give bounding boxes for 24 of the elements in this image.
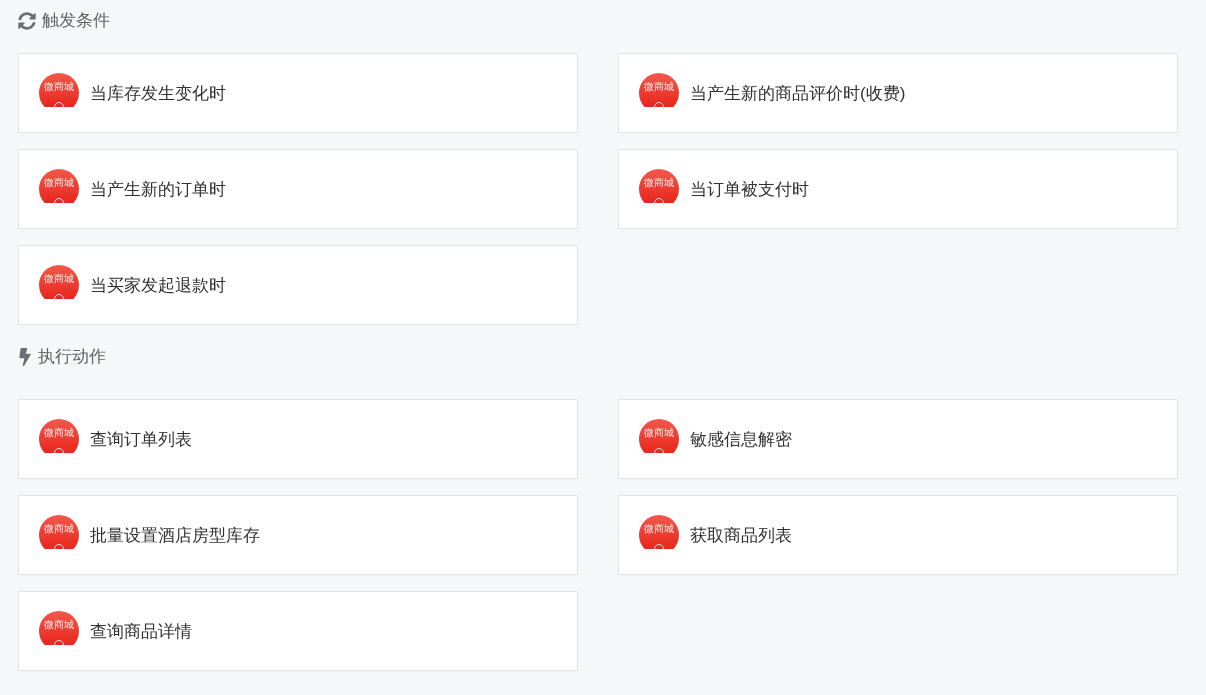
card-label: 当订单被支付时 xyxy=(690,178,809,201)
section-title: 执行动作 xyxy=(38,346,106,368)
trigger-card[interactable]: 微商城 当产生新的订单时 xyxy=(18,149,578,229)
action-card[interactable]: 微商城 获取商品列表 xyxy=(618,495,1178,575)
card-label: 敏感信息解密 xyxy=(690,428,792,451)
refresh-icon xyxy=(18,12,36,30)
card-label: 当买家发起退款时 xyxy=(90,274,226,297)
card-label: 当库存发生变化时 xyxy=(90,82,226,105)
trigger-card[interactable]: 微商城 当库存发生变化时 xyxy=(18,53,578,133)
section-title: 触发条件 xyxy=(42,10,110,32)
trigger-card[interactable]: 微商城 当产生新的商品评价时(收费) xyxy=(618,53,1178,133)
action-card[interactable]: 微商城 查询商品详情 xyxy=(18,591,578,671)
card-label: 批量设置酒店房型库存 xyxy=(90,524,260,547)
card-label: 当产生新的商品评价时(收费) xyxy=(690,82,906,105)
action-card[interactable]: 微商城 敏感信息解密 xyxy=(618,399,1178,479)
card-label: 当产生新的订单时 xyxy=(90,178,226,201)
action-card[interactable]: 微商城 查询订单列表 xyxy=(18,399,578,479)
lightning-icon xyxy=(18,348,32,366)
card-label: 查询商品详情 xyxy=(90,620,192,643)
card-label: 查询订单列表 xyxy=(90,428,192,451)
trigger-card[interactable]: 微商城 当订单被支付时 xyxy=(618,149,1178,229)
action-card[interactable]: 微商城 批量设置酒店房型库存 xyxy=(18,495,578,575)
card-label: 获取商品列表 xyxy=(690,524,792,547)
trigger-card[interactable]: 微商城 当买家发起退款时 xyxy=(18,245,578,325)
